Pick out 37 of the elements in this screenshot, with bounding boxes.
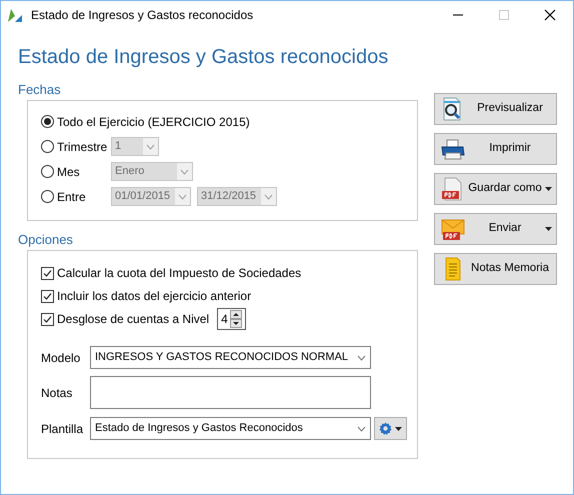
page-heading: Estado de Ingresos y Gastos reconocidos xyxy=(18,45,390,70)
radio-button[interactable]: Mes xyxy=(41,162,107,180)
chevron-icon xyxy=(356,354,366,360)
chevron-icon xyxy=(178,194,187,200)
section-label: Fechas xyxy=(18,81,62,99)
window-title: Estado de Ingresos y Gastos reconocidos xyxy=(31,7,254,24)
checkbox[interactable]: Calcular la cuota del Impuesto de Sociedades xyxy=(41,264,302,282)
field-label: Modelo xyxy=(41,350,82,366)
chevron-icon xyxy=(180,168,189,174)
field-label: Notas xyxy=(41,384,74,402)
caret-icon xyxy=(395,426,402,430)
radio-button[interactable]: Entre xyxy=(41,188,107,206)
radio-button[interactable]: Trimestre xyxy=(41,138,107,156)
spinner-arrows-icon xyxy=(230,310,242,328)
printer-icon xyxy=(441,137,465,161)
dropdown-field[interactable]: Estado de Ingresos y Gastos Reconocidos xyxy=(90,417,371,440)
pdf-envelope-icon xyxy=(441,217,465,241)
notes-field[interactable] xyxy=(90,376,371,409)
action-button[interactable]: Notas Memoria xyxy=(434,253,557,285)
checkbox[interactable]: Incluir los datos del ejercicio anterior xyxy=(41,287,252,305)
app-icon xyxy=(7,7,23,23)
action-button[interactable]: Guardar como xyxy=(434,173,557,205)
settings-icon xyxy=(379,422,392,435)
chevron-icon xyxy=(146,144,155,150)
field-label: Plantilla xyxy=(41,420,84,438)
chevron-icon xyxy=(356,426,366,432)
action-button[interactable]: Enviar xyxy=(434,213,557,245)
dropdown-field[interactable]: INGRESOS Y GASTOS RECONOCIDOS NORMAL xyxy=(90,346,371,369)
section-label: Opciones xyxy=(18,231,74,249)
radio-button[interactable]: Todo el Ejercicio (EJERCICIO 2015) xyxy=(41,112,250,130)
action-button[interactable]: Imprimir xyxy=(434,133,557,165)
action-button[interactable]: Previsualizar xyxy=(434,93,557,125)
chevron-icon xyxy=(264,194,273,200)
spinner-field[interactable]: 4 xyxy=(217,308,246,330)
checkbox[interactable]: Desglose de cuentas a Nivel xyxy=(41,310,210,328)
close-icon[interactable] xyxy=(544,9,556,21)
settings-button[interactable] xyxy=(374,417,407,440)
